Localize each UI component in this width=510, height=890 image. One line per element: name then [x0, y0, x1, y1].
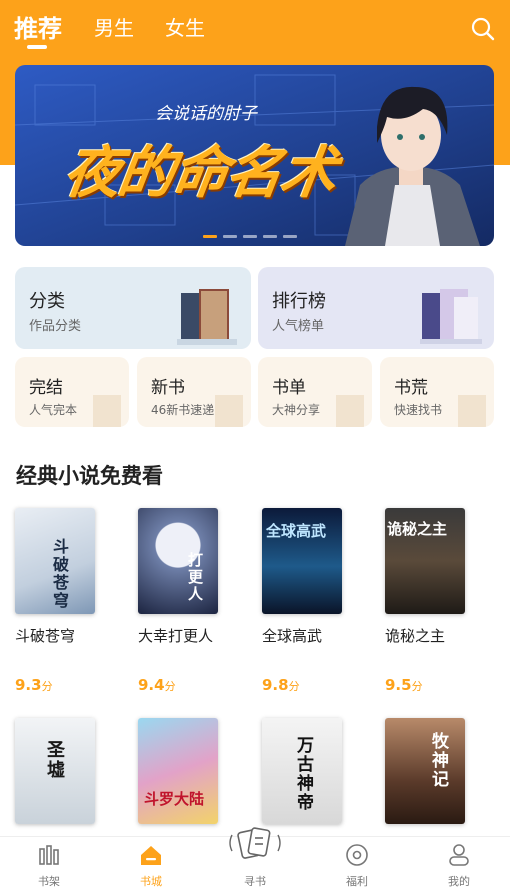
card-title: 新书: [151, 378, 185, 398]
book-cover[interactable]: 牧神记: [385, 718, 465, 824]
bookstore-icon: [141, 846, 161, 865]
new-books-card[interactable]: 新书 46新书速递: [137, 357, 251, 427]
welfare-icon: [346, 844, 368, 866]
nav-label: 寻书: [244, 875, 266, 888]
nav-label: 书架: [38, 875, 60, 888]
cover-title: 圣墟: [44, 740, 65, 780]
nav-label: 我的: [448, 875, 470, 888]
book-item[interactable]: 全球高武 全球高武 9.8分: [262, 508, 342, 694]
book-cover[interactable]: 打更人: [138, 508, 218, 614]
promo-banner[interactable]: 会说话的肘子 夜的命名术: [15, 65, 494, 246]
card-subtitle: 46新书速递: [151, 403, 215, 417]
bottom-nav-bar: 书架 书城 寻书 福利 我的: [0, 827, 510, 890]
card-subtitle: 人气榜单: [272, 319, 325, 334]
search-icon[interactable]: [470, 16, 496, 42]
cover-title: 诡秘之主: [387, 520, 448, 538]
cover-title: 全球高武: [266, 522, 327, 540]
card-title: 排行榜: [272, 291, 326, 312]
book-cover[interactable]: 全球高武: [262, 508, 342, 614]
book-rating: 9.4分: [138, 676, 176, 694]
books-stack-icon: [177, 289, 237, 345]
cover-title: 牧神记: [428, 732, 448, 789]
banner-dot[interactable]: [243, 235, 257, 238]
banner-dot[interactable]: [283, 235, 297, 238]
banner-dot[interactable]: [263, 235, 277, 238]
card-title: 分类: [29, 291, 65, 312]
booklist-card[interactable]: 书单 大神分享: [258, 357, 372, 427]
banner-title: 夜的命名术: [59, 141, 339, 206]
cover-title: 万古神帝: [293, 736, 313, 812]
book-cover[interactable]: 斗罗大陆: [138, 718, 218, 824]
nav-find-book[interactable]: 寻书: [220, 827, 290, 890]
card-subtitle: 大神分享: [272, 403, 321, 417]
cover-title: 斗破苍穹: [50, 538, 69, 610]
nav-profile[interactable]: 我的: [424, 837, 494, 890]
book-cover[interactable]: 万古神帝: [262, 718, 342, 824]
book-cover[interactable]: 诡秘之主: [385, 508, 465, 614]
book-title[interactable]: 全球高武: [262, 626, 352, 646]
banner-pagination: [203, 235, 297, 238]
book-rating: 9.8分: [262, 676, 300, 694]
card-title: 书荒: [394, 378, 428, 398]
ranking-card[interactable]: 排行榜 人气榜单: [258, 267, 494, 349]
book-rating: 9.3分: [15, 676, 53, 694]
book-item[interactable]: 斗罗大陆: [138, 718, 218, 824]
nav-welfare[interactable]: 福利: [322, 837, 392, 890]
book-rating: 9.5分: [385, 676, 423, 694]
active-tab-indicator: [27, 45, 47, 49]
profile-icon: [449, 844, 469, 866]
banner-dot[interactable]: [223, 235, 237, 238]
top-tab-bar: 推荐 男生 女生: [0, 0, 510, 60]
banner-dot-active[interactable]: [203, 235, 217, 238]
bookshelf-icon: [39, 845, 59, 865]
book-cover[interactable]: 圣墟: [15, 718, 95, 824]
cover-title: 打更人: [186, 552, 204, 603]
book-shortage-card[interactable]: 书荒 快速找书: [380, 357, 494, 427]
book-title[interactable]: 大幸打更人: [138, 626, 228, 646]
find-book-icon: [229, 827, 281, 859]
book-title[interactable]: 诡秘之主: [385, 626, 475, 646]
card-subtitle: 作品分类: [29, 319, 82, 334]
book-icon: [215, 395, 243, 427]
nav-bookshelf[interactable]: 书架: [14, 837, 84, 890]
tab-recommend[interactable]: 推荐: [14, 9, 62, 44]
tab-male[interactable]: 男生: [94, 12, 134, 41]
cover-title: 斗罗大陆: [144, 790, 205, 808]
book-item[interactable]: 打更人 大幸打更人 9.4分: [138, 508, 218, 694]
book-cover[interactable]: 斗破苍穹: [15, 508, 95, 614]
tab-female[interactable]: 女生: [165, 12, 205, 41]
book-icon: [93, 395, 121, 427]
category-card[interactable]: 分类 作品分类: [15, 267, 251, 349]
card-title: 书单: [272, 378, 306, 398]
completed-card[interactable]: 完结 人气完本: [15, 357, 129, 427]
nav-label: 福利: [346, 875, 368, 888]
card-title: 完结: [29, 378, 63, 398]
book-item[interactable]: 牧神记: [385, 718, 465, 824]
book-icon: [336, 395, 364, 427]
banner-author: 会说话的肘子: [155, 104, 257, 124]
book-item[interactable]: 斗破苍穹 斗破苍穹 9.3分: [15, 508, 95, 694]
nav-bookstore[interactable]: 书城: [116, 837, 186, 890]
section-title: 经典小说免费看: [16, 464, 163, 488]
card-subtitle: 人气完本: [29, 403, 78, 417]
book-item[interactable]: 诡秘之主 诡秘之主 9.5分: [385, 508, 465, 694]
book-item[interactable]: 万古神帝: [262, 718, 342, 824]
books-stack-icon: [420, 289, 482, 344]
book-icon: [458, 395, 486, 427]
book-item[interactable]: 圣墟: [15, 718, 95, 824]
card-subtitle: 快速找书: [394, 403, 443, 417]
book-title[interactable]: 斗破苍穹: [15, 626, 105, 646]
nav-label: 书城: [140, 875, 162, 888]
